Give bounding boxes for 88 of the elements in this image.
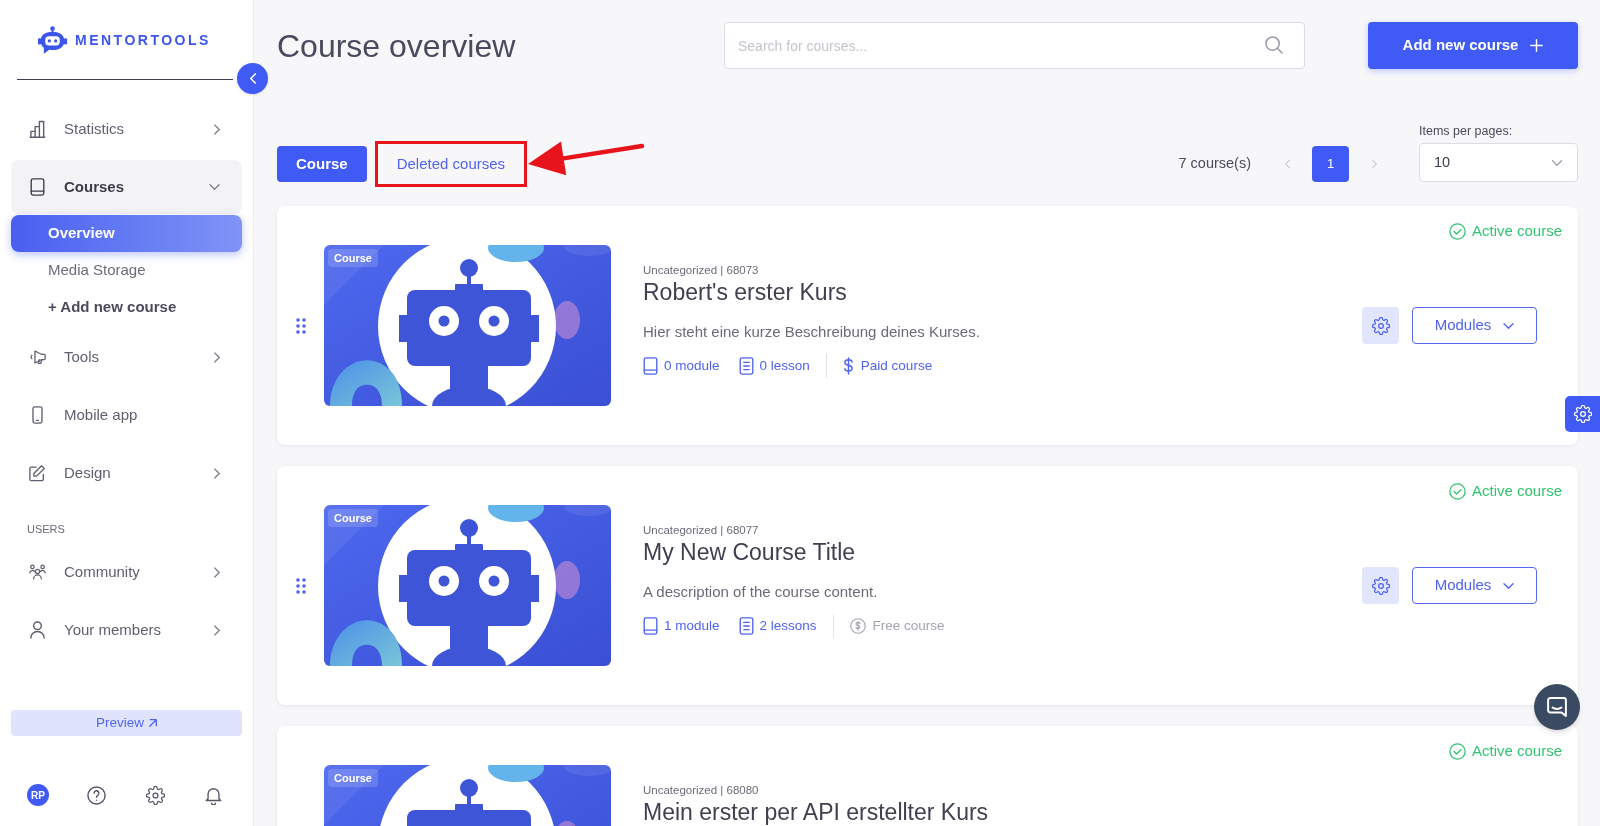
page-title: Course overview: [277, 29, 517, 62]
course-description: Hier steht eine kurze Beschreibung deines Kurses.: [643, 322, 981, 342]
chevron-right-icon: [214, 624, 220, 636]
add-course-link[interactable]: + Add new course: [11, 289, 242, 326]
lesson-count: 0 lesson: [759, 356, 810, 375]
preview-button[interactable]: Preview: [11, 710, 242, 736]
tab[interactable]: Deleted courses: [377, 146, 525, 182]
thumbnail-tag: Course: [328, 509, 378, 527]
lesson-count: 2 lessons: [759, 616, 817, 635]
course-status: Active course: [1471, 741, 1562, 761]
bar-chart-icon: [29, 120, 46, 138]
drag-handle-icon[interactable]: [296, 317, 306, 334]
dollar-icon: [842, 357, 854, 375]
check-circle-icon: [1448, 222, 1466, 240]
nav-item[interactable]: Your members: [11, 603, 242, 657]
search-icon: [1265, 36, 1283, 54]
search-field[interactable]: Search for courses...: [724, 22, 1305, 69]
settings-icon: [1573, 405, 1592, 423]
drag-handle-icon[interactable]: [296, 577, 306, 594]
logo-text: MENTORTOOLS: [75, 33, 211, 47]
chevron-right-icon: [214, 566, 220, 578]
chevron-down-icon: [1551, 159, 1563, 166]
people-icon: [29, 563, 46, 581]
check-circle-icon: [1448, 742, 1466, 760]
nav-item[interactable]: Courses: [11, 160, 242, 214]
plus-icon: [1530, 39, 1544, 52]
document-icon: [738, 617, 754, 635]
modules-dropdown-button[interactable]: Modules: [1412, 307, 1537, 344]
settings-icon[interactable]: [146, 785, 165, 805]
price-label: Paid course: [860, 356, 933, 375]
modules-dropdown-button[interactable]: Modules: [1412, 567, 1537, 604]
nav-item[interactable]: Statistics: [11, 102, 242, 156]
user-avatar[interactable]: RP: [27, 784, 49, 806]
course-description: A description of the course content.: [643, 582, 879, 602]
document-icon: [738, 357, 754, 375]
course-count: 7 course(s): [1178, 154, 1251, 174]
sub-nav-item[interactable]: Media Storage: [11, 252, 242, 289]
section-heading: USERS: [26, 522, 66, 537]
chevron-down-icon: [209, 184, 220, 190]
logo-icon: [37, 25, 68, 55]
thumbnail-tag: Course: [328, 769, 378, 787]
course-meta: Uncategorized | 68080: [643, 783, 760, 797]
nav-item[interactable]: Design: [11, 446, 242, 500]
course-settings-button[interactable]: [1362, 307, 1399, 344]
page-button[interactable]: 1: [1312, 146, 1349, 182]
book-icon: [29, 178, 46, 196]
chevron-left-icon: [249, 73, 256, 84]
dollar-circle-icon: [849, 618, 866, 634]
course-status: Active course: [1471, 481, 1562, 501]
chevron-down-icon: [1503, 322, 1515, 329]
check-circle-icon: [1448, 482, 1466, 500]
chevron-right-icon: [214, 351, 220, 363]
chevron-right-icon: [214, 467, 220, 479]
nav-item[interactable]: Tools: [11, 330, 242, 384]
chevron-right-icon: [214, 123, 220, 135]
arrow-up-right-icon: [149, 719, 157, 727]
module-count: 1 module: [664, 616, 720, 635]
add-course-button[interactable]: Add new course: [1368, 22, 1578, 69]
person-icon: [29, 621, 46, 639]
tab[interactable]: Course: [277, 146, 367, 182]
megaphone-icon: [29, 348, 46, 366]
course-title: Mein erster per API erstellter Kurs: [643, 800, 990, 825]
thumbnail-tag: Course: [328, 249, 378, 267]
chevron-down-icon: [1503, 582, 1515, 589]
book-icon: [643, 357, 658, 375]
course-status: Active course: [1471, 221, 1562, 241]
items-per-page-label: Items per pages:: [1419, 123, 1514, 139]
price-label: Free course: [872, 616, 945, 635]
book-icon: [643, 617, 658, 635]
settings-icon: [1371, 576, 1390, 595]
course-title: Robert's erster Kurs: [643, 280, 848, 305]
nav-item[interactable]: Mobile app: [11, 388, 242, 442]
nav-item[interactable]: Community: [11, 545, 242, 599]
course-settings-button[interactable]: [1362, 567, 1399, 604]
settings-icon: [1371, 316, 1390, 335]
settings-tab-button[interactable]: [1565, 396, 1600, 432]
module-count: 0 module: [664, 356, 720, 375]
phone-icon: [29, 406, 46, 424]
course-meta: Uncategorized | 68077: [643, 523, 760, 537]
items-per-page-select[interactable]: 10: [1419, 143, 1578, 182]
chat-bubble-icon: [1547, 697, 1567, 717]
edit-icon: [29, 464, 46, 482]
course-meta: Uncategorized | 68073: [643, 263, 760, 277]
course-title: My New Course Title: [643, 540, 857, 565]
help-icon[interactable]: [87, 785, 106, 805]
sub-nav-item[interactable]: Overview: [11, 215, 242, 252]
bell-icon[interactable]: [205, 785, 222, 805]
collapse-button[interactable]: [237, 63, 268, 94]
